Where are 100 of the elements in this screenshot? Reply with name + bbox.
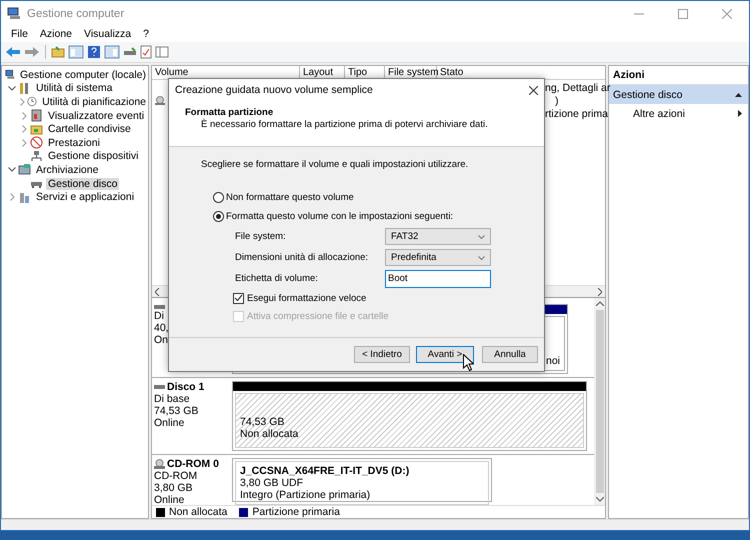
dialog-button[interactable]: Avanti > [416,346,474,363]
menu-item[interactable]: File [5,28,34,40]
partition-block[interactable]: J_CCSNA_X64FRE_IT-IT_DV5 (D:) 3,80 GB UDF Integro (Partizione primaria) [232,458,492,502]
chevron-down-icon [478,234,485,238]
chevron-right-icon[interactable] [20,98,26,106]
tree-item[interactable]: Servizi e applicazioni [34,191,136,204]
clock-icon [27,95,38,108]
instruction-text: Scegliere se formattare il volume e quali impostazioni utilizzare. [201,159,470,170]
computer-icon [7,7,21,20]
dialog-button[interactable]: Annulla [482,346,538,363]
page-heading: Formatta partizione [185,107,274,118]
table-cell: ) [555,94,558,106]
tree-item[interactable]: Gestione dispositivi [46,150,140,162]
menu-item[interactable]: Visualizza [78,28,138,40]
scrollbar-thumb[interactable] [596,310,604,493]
chevron-down-icon [478,256,485,260]
partition-title: J_CCSNA_X64FRE_IT-IT_DV5 (D:) [240,465,410,477]
table-cell: ng, Dettagli ar [545,82,610,94]
window-title: Gestione computer [27,8,126,20]
radio-label: Non formattare questo volume [226,192,354,203]
disk-info: Di base [154,393,191,405]
close-icon[interactable] [529,86,538,94]
partition-info: Integro (Partizione primaria) [240,489,372,501]
disk-info: On [154,334,170,346]
disk-info: 3,80 GB [154,482,194,494]
folder-icon[interactable] [51,46,65,58]
tree-item[interactable]: Gestione computer (locale) [18,68,148,81]
tree-item[interactable]: Utilità di sistema [34,82,114,94]
chevron-right-icon[interactable] [22,125,26,134]
disk-info: 74,53 GB [154,405,200,417]
scroll-right-icon[interactable] [597,288,602,296]
radio-button[interactable] [213,192,224,203]
partition-info: 74,53 GB [240,416,286,428]
table-cell: rtizione prima [545,108,608,120]
back-icon[interactable] [5,46,21,58]
devices-icon [30,150,43,163]
chevron-down-icon[interactable] [8,86,16,91]
drive-icon[interactable] [123,46,137,58]
column-header[interactable]: Stato [437,66,605,79]
cd-drive-icon [155,96,165,105]
panel-icon[interactable] [104,45,120,59]
maximize-icon[interactable] [678,8,688,18]
disk-info: Di [154,310,165,322]
window-icon[interactable] [155,46,169,58]
checkbox-label: Esegui formattazione veloce [247,292,366,304]
chevron-right-icon[interactable] [22,138,26,147]
cursor-icon [463,354,474,371]
panel-icon[interactable] [68,45,84,59]
legend-label: Partizione primaria [252,506,340,518]
field-label: Dimensioni unità di allocazione: [235,252,370,263]
partition-info: noi [546,355,560,367]
dropdown[interactable]: Predefinita [385,249,491,266]
action-item[interactable]: Altre azioni [633,108,685,120]
dropdown[interactable]: FAT32 [385,228,491,245]
partition-block[interactable]: 74,53 GB Non allocata [232,381,587,451]
computer-icon [5,68,15,82]
forward-icon[interactable] [24,46,40,58]
triangle-right-icon[interactable] [738,110,742,117]
tree-item[interactable]: Gestione disco [46,178,120,190]
checkbox[interactable] [233,292,244,304]
tree-item[interactable]: Prestazioni [46,136,102,149]
chevron-right-icon[interactable] [22,112,26,120]
partition-info: 3,80 GB UDF [240,477,304,489]
page-subheading: È necessario formattare la partizione prima di potervi archiviare dati. [200,119,489,130]
menu-item[interactable]: ? [137,28,155,40]
drive-icon [154,304,165,310]
field-label: File system: [235,231,287,242]
disk-info: Online [154,417,186,429]
cd-drive-icon [154,459,165,469]
tree-item[interactable]: Archiviazione [34,164,100,176]
tree-item[interactable]: Utilità di pianificazione [40,96,148,108]
menu-item[interactable]: Azione [34,28,78,40]
chevron-down-icon[interactable] [8,167,16,172]
help-icon[interactable] [87,45,101,59]
disk-name: Disco 1 [167,381,204,393]
chevron-right-icon[interactable] [10,193,14,202]
scroll-up-icon[interactable] [596,301,604,306]
disk-info: Online [154,494,186,505]
folder-icon [30,122,43,136]
scroll-down-icon[interactable] [596,497,604,502]
check-icon [234,294,243,302]
radio-button[interactable] [213,211,224,222]
checkbox-label: Attiva compressione file e cartelle [247,310,389,322]
legend-label: Non allocata [169,506,228,518]
disk-info: 40, [154,322,170,334]
scroll-left-icon[interactable] [155,288,160,296]
tree-item[interactable]: Visualizzatore eventi [46,110,146,122]
disk-name: CD-ROM 0 [167,458,219,470]
dialog-title: Creazione guidata nuovo volume semplice [175,84,373,96]
partition-info: Non allocata [240,428,300,440]
disk-info: CD-ROM [154,470,198,482]
tree-item[interactable]: Cartelle condivise [46,123,133,136]
field-label: Etichetta di volume: [235,273,319,284]
radio-label: Formatta questo volume con le impostazioni seguenti: [226,211,454,222]
checklist-icon[interactable] [140,45,152,59]
input-field[interactable]: Boot [385,270,491,288]
drive-icon [154,384,165,390]
triangle-up-icon[interactable] [735,92,742,96]
storage-icon [18,163,31,176]
dialog-button[interactable]: < Indietro [354,346,410,363]
